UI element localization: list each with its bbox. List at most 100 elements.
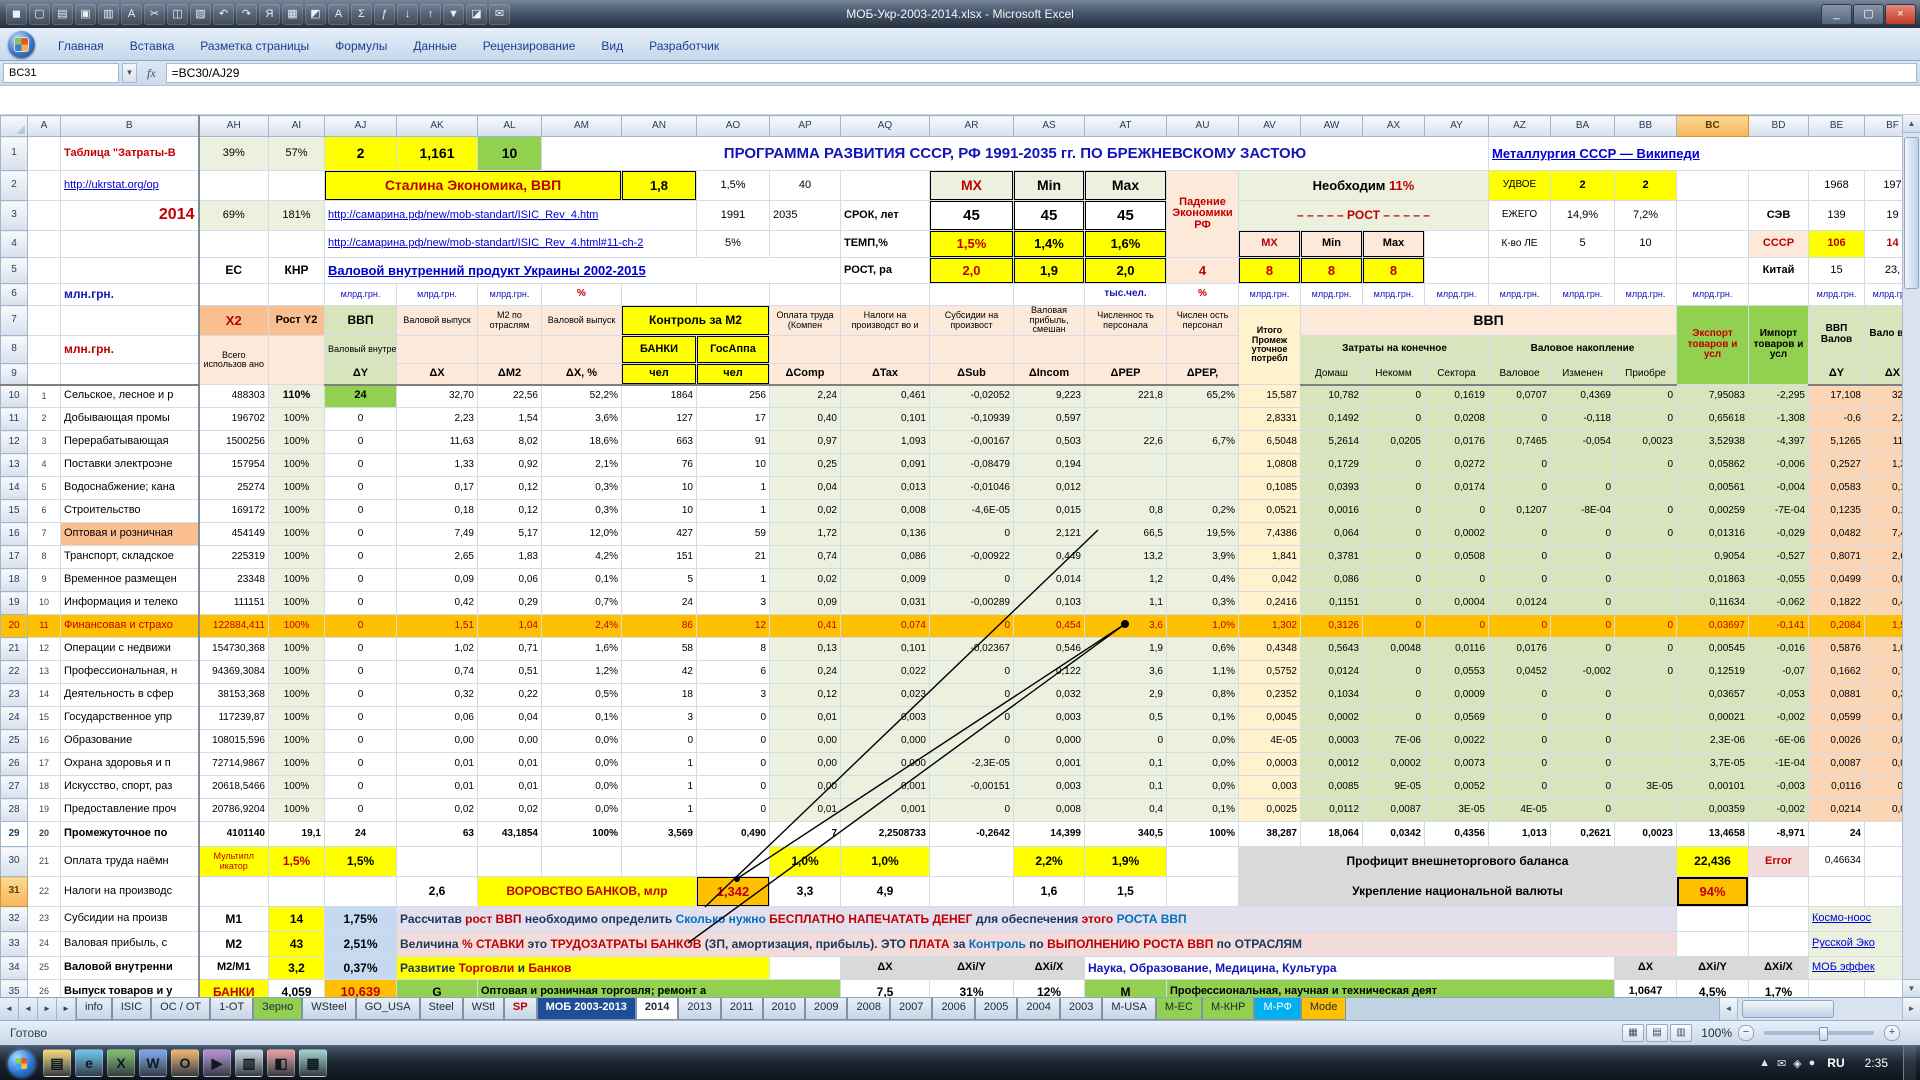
- cell-AM25[interactable]: 0,0%: [542, 730, 622, 753]
- cell-BE9[interactable]: ΔY: [1809, 364, 1865, 385]
- sheet-tab-2013[interactable]: 2013: [678, 998, 720, 1020]
- cell-AS16[interactable]: 2,121: [1014, 523, 1085, 546]
- cell-AR16[interactable]: 0: [930, 523, 1014, 546]
- ribbon-tab-2[interactable]: Вставка: [117, 34, 188, 60]
- cell-AH8[interactable]: Всего использов ано: [199, 336, 269, 385]
- cell-AT35[interactable]: М: [1085, 980, 1167, 998]
- cell-AZ21[interactable]: 0,0176: [1489, 638, 1551, 661]
- cell-AY9[interactable]: Сектора: [1425, 364, 1489, 385]
- cell-AH6[interactable]: [199, 284, 269, 306]
- cell-AZ16[interactable]: 0: [1489, 523, 1551, 546]
- cell-AT31[interactable]: 1,5: [1085, 877, 1167, 907]
- cell-BC32[interactable]: [1677, 907, 1749, 932]
- cell-A21[interactable]: 12: [28, 638, 61, 661]
- cell-AX11[interactable]: 0: [1363, 408, 1425, 431]
- cell-AI26[interactable]: 100%: [269, 753, 325, 776]
- cell-AQ35[interactable]: 7,5: [841, 980, 930, 998]
- cell-AV19[interactable]: 0,2416: [1239, 592, 1301, 615]
- filter-icon[interactable]: ▼: [443, 4, 464, 25]
- cell-AQ18[interactable]: 0,009: [841, 569, 930, 592]
- sheet-tab-2007[interactable]: 2007: [890, 998, 932, 1020]
- cell-AS13[interactable]: 0,194: [1014, 454, 1085, 477]
- cell-AY23[interactable]: 0,0009: [1425, 684, 1489, 707]
- cell-BD12[interactable]: -4,397: [1749, 431, 1809, 454]
- row-header-20[interactable]: 20: [1, 615, 28, 638]
- cell-AS22[interactable]: 0,122: [1014, 661, 1085, 684]
- cell-BC33[interactable]: [1677, 932, 1749, 957]
- cell-AU17[interactable]: 3,9%: [1167, 546, 1239, 569]
- scroll-left-icon[interactable]: ◄: [1720, 998, 1738, 1020]
- cell-AL25[interactable]: 0,00: [478, 730, 542, 753]
- cell-AI4[interactable]: [269, 231, 325, 258]
- cell-AM9[interactable]: ΔХ, %: [542, 364, 622, 385]
- cell-AP29[interactable]: 7: [770, 822, 841, 847]
- cell-AI8[interactable]: [269, 336, 325, 385]
- cell-BD25[interactable]: -6E-06: [1749, 730, 1809, 753]
- horizontal-scroll-track[interactable]: [1738, 998, 1902, 1020]
- cell-AL19[interactable]: 0,29: [478, 592, 542, 615]
- cell-AT5[interactable]: 2,0: [1085, 258, 1167, 284]
- cell-AT29[interactable]: 340,5: [1085, 822, 1167, 847]
- cell-AK17[interactable]: 2,65: [397, 546, 478, 569]
- cell-AZ9[interactable]: Валовое: [1489, 364, 1551, 385]
- cell-AT34[interactable]: Наука, Образование, Медицина, Культура: [1085, 957, 1615, 980]
- cell-AU19[interactable]: 0,3%: [1167, 592, 1239, 615]
- cell-AZ29[interactable]: 1,013: [1489, 822, 1551, 847]
- formula-input[interactable]: =BC30/AJ29: [166, 63, 1917, 83]
- internet-explorer-icon[interactable]: e: [75, 1049, 103, 1077]
- cell-AL7[interactable]: М2 по отраслям: [478, 306, 542, 336]
- cell-AY12[interactable]: 0,0176: [1425, 431, 1489, 454]
- cell-AZ19[interactable]: 0,0124: [1489, 592, 1551, 615]
- cell-AW20[interactable]: 0,3126: [1301, 615, 1363, 638]
- cell-AH19[interactable]: 111151: [199, 592, 269, 615]
- zoom-in-button[interactable]: +: [1884, 1025, 1900, 1041]
- restore-button[interactable]: ▢: [1853, 4, 1884, 25]
- cell-A2[interactable]: [28, 171, 61, 201]
- cell-BB14[interactable]: [1615, 477, 1677, 500]
- cell-AL27[interactable]: 0,01: [478, 776, 542, 799]
- cell-AV28[interactable]: 0,0025: [1239, 799, 1301, 822]
- explorer-icon[interactable]: ▤: [43, 1049, 71, 1077]
- save-icon[interactable]: ◼: [6, 4, 27, 25]
- cell-AV29[interactable]: 38,287: [1239, 822, 1301, 847]
- cell-AP21[interactable]: 0,13: [770, 638, 841, 661]
- cell-AI25[interactable]: 100%: [269, 730, 325, 753]
- cell-BB16[interactable]: 0: [1615, 523, 1677, 546]
- cell-AK22[interactable]: 0,74: [397, 661, 478, 684]
- outlook-icon[interactable]: O: [171, 1049, 199, 1077]
- language-indicator[interactable]: RU: [1822, 1054, 1849, 1072]
- column-header-AR[interactable]: AR: [930, 116, 1014, 137]
- cell-B17[interactable]: Транспорт, складское: [61, 546, 199, 569]
- cell-AV22[interactable]: 0,5752: [1239, 661, 1301, 684]
- cell-AR34[interactable]: ΔХi/Y: [930, 957, 1014, 980]
- cell-AS27[interactable]: 0,003: [1014, 776, 1085, 799]
- row-header-34[interactable]: 34: [1, 957, 28, 980]
- cell-AP9[interactable]: ΔComp: [770, 364, 841, 385]
- column-header-AM[interactable]: AM: [542, 116, 622, 137]
- cell-AP11[interactable]: 0,40: [770, 408, 841, 431]
- cell-BC5[interactable]: [1677, 258, 1749, 284]
- row-header-5[interactable]: 5: [1, 258, 28, 284]
- cell-AT17[interactable]: 13,2: [1085, 546, 1167, 569]
- cell-BD35[interactable]: 1,7%: [1749, 980, 1809, 998]
- cell-AM26[interactable]: 0,0%: [542, 753, 622, 776]
- cell-AX10[interactable]: 0: [1363, 385, 1425, 408]
- cell-AZ25[interactable]: 0: [1489, 730, 1551, 753]
- cell-AP15[interactable]: 0,02: [770, 500, 841, 523]
- row-header-24[interactable]: 24: [1, 707, 28, 730]
- cell-AL11[interactable]: 1,54: [478, 408, 542, 431]
- cell-AI27[interactable]: 100%: [269, 776, 325, 799]
- cell-AR3[interactable]: 45: [930, 201, 1014, 231]
- cell-BD7[interactable]: Импорт товаров и усл: [1749, 306, 1809, 385]
- cell-AK20[interactable]: 1,51: [397, 615, 478, 638]
- column-header-AV[interactable]: AV: [1239, 116, 1301, 137]
- cell-BB13[interactable]: 0: [1615, 454, 1677, 477]
- cell-BA2[interactable]: 2: [1551, 171, 1615, 201]
- cell-AH24[interactable]: 117239,87: [199, 707, 269, 730]
- cell-AI34[interactable]: 3,2: [269, 957, 325, 980]
- cell-A28[interactable]: 19: [28, 799, 61, 822]
- cell-AP19[interactable]: 0,09: [770, 592, 841, 615]
- cell-BC34[interactable]: ΔХi/Y: [1677, 957, 1749, 980]
- row-header-3[interactable]: 3: [1, 201, 28, 231]
- cell-AS5[interactable]: 1,9: [1014, 258, 1085, 284]
